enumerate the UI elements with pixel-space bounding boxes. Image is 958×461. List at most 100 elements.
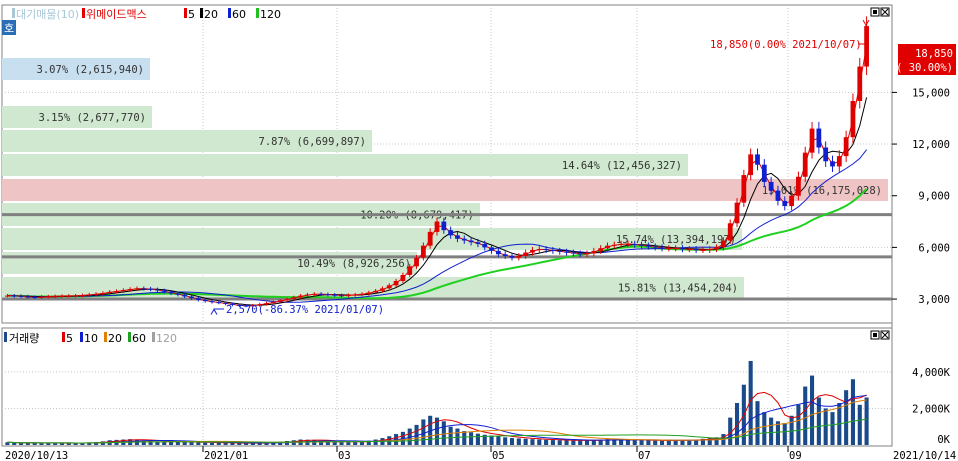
volume-bar xyxy=(523,438,528,445)
candle-body xyxy=(482,243,488,248)
legend-supply[interactable]: 대기매물(10) xyxy=(16,8,79,21)
candle-body xyxy=(550,249,556,251)
date-tick-label: 2020/10/13 xyxy=(5,450,68,461)
date-axis: 2020/10/13 2021/01 03 05 07 09 2021/10/14 xyxy=(5,446,956,461)
chart-tag[interactable]: 호 xyxy=(4,22,14,35)
candle-body xyxy=(420,245,426,258)
candle-body xyxy=(73,295,78,297)
volume-bar xyxy=(373,439,378,445)
volume-bar xyxy=(489,435,494,445)
candle-body xyxy=(645,245,651,247)
volume-bar xyxy=(823,408,828,445)
candle-body xyxy=(407,266,413,275)
candle-body xyxy=(686,249,692,251)
legend-vol-ma60[interactable]: 60 xyxy=(132,332,146,345)
candle-body xyxy=(693,249,699,251)
candle-body xyxy=(823,147,829,162)
candle-body xyxy=(318,293,324,295)
candle-body xyxy=(727,223,733,241)
candle-body xyxy=(448,230,454,236)
candle-body xyxy=(509,256,515,258)
candle-body xyxy=(639,244,644,246)
price-tick-label: 9,000 xyxy=(918,191,950,203)
volume-bar xyxy=(209,442,215,445)
volume-bar xyxy=(196,442,201,445)
candle-body xyxy=(809,128,815,153)
candle-body xyxy=(298,295,304,298)
legend-ma60[interactable]: 60 xyxy=(232,8,246,21)
candle-body xyxy=(625,243,631,245)
top-legend: 대기매물(10) 위메이드맥스 5 20 60 120 xyxy=(12,8,281,21)
volume-profile-label: 14.64% (12,456,327) xyxy=(562,160,682,172)
volume-bar xyxy=(441,421,446,445)
candle-body xyxy=(441,221,447,231)
legend-stock-name[interactable]: 위메이드맥스 xyxy=(86,8,147,21)
candle-body xyxy=(32,296,38,298)
volume-profile-label: 15.81% (13,454,204) xyxy=(618,283,738,295)
legend-ma5[interactable]: 5 xyxy=(188,8,195,21)
candle-body xyxy=(114,291,119,293)
candle-body xyxy=(373,290,379,293)
candle-body xyxy=(836,156,842,167)
candle-body xyxy=(659,247,665,249)
candle-body xyxy=(5,295,10,297)
candle-body xyxy=(632,243,638,245)
volume-bar xyxy=(346,442,351,445)
volume-bar xyxy=(496,436,501,445)
candle-body xyxy=(673,248,679,250)
candle-body xyxy=(714,247,719,250)
current-price-tag: 18,850 ( 30.00%) xyxy=(896,44,956,75)
volume-bar xyxy=(516,438,521,445)
legend-volume[interactable]: 거래량 xyxy=(9,332,39,345)
legend-ma20[interactable]: 20 xyxy=(204,8,218,21)
candle-body xyxy=(734,202,740,224)
legend-vol-ma120[interactable]: 120 xyxy=(156,332,177,345)
candle-body xyxy=(359,293,365,295)
volume-bar xyxy=(19,442,24,445)
candle-body xyxy=(148,288,153,290)
legend-vol-ma20[interactable]: 20 xyxy=(108,332,122,345)
volume-tick-label: 0K xyxy=(937,434,950,446)
candle-body xyxy=(380,288,385,291)
candle-body xyxy=(748,154,754,176)
legend-ma120[interactable]: 120 xyxy=(260,8,281,21)
volume-bar xyxy=(803,386,808,445)
volume-bar xyxy=(632,440,637,445)
candle-body xyxy=(366,292,372,294)
candle-body xyxy=(775,190,781,201)
candle-body xyxy=(782,200,788,207)
candle-body xyxy=(155,289,160,291)
candle-body xyxy=(393,280,399,286)
volume-bar xyxy=(864,397,869,445)
legend-vol-ma10[interactable]: 10 xyxy=(84,332,98,345)
legend-vol-ma5[interactable]: 5 xyxy=(66,332,73,345)
volume-profile-label: 7.87% (6,699,897) xyxy=(259,136,366,148)
candle-body xyxy=(386,285,392,289)
volume-bar xyxy=(789,415,794,445)
candle-body xyxy=(475,242,481,244)
volume-bar xyxy=(578,440,583,445)
volume-bar xyxy=(39,443,44,445)
candle-body xyxy=(39,296,44,298)
date-tick-label: 03 xyxy=(338,450,351,461)
candle-body xyxy=(570,252,576,254)
candle-body xyxy=(284,299,290,301)
candle-body xyxy=(605,245,610,249)
volume-bar xyxy=(475,433,480,445)
volume-bar xyxy=(571,440,576,445)
candle-body xyxy=(557,250,563,252)
price-tick-label: 12,000 xyxy=(912,139,950,151)
volume-bar xyxy=(182,442,187,445)
volume-bar xyxy=(509,438,515,445)
candle-body xyxy=(45,296,51,298)
volume-bar xyxy=(659,440,665,445)
volume-bar xyxy=(646,440,651,445)
candle-body xyxy=(434,221,440,232)
candle-body xyxy=(530,249,535,253)
candle-body xyxy=(618,243,624,245)
price-tick-label: 15,000 xyxy=(912,87,950,99)
candle-body xyxy=(468,240,474,243)
candle-body xyxy=(120,290,126,292)
volume-bar xyxy=(353,441,358,445)
candle-body xyxy=(680,248,685,250)
